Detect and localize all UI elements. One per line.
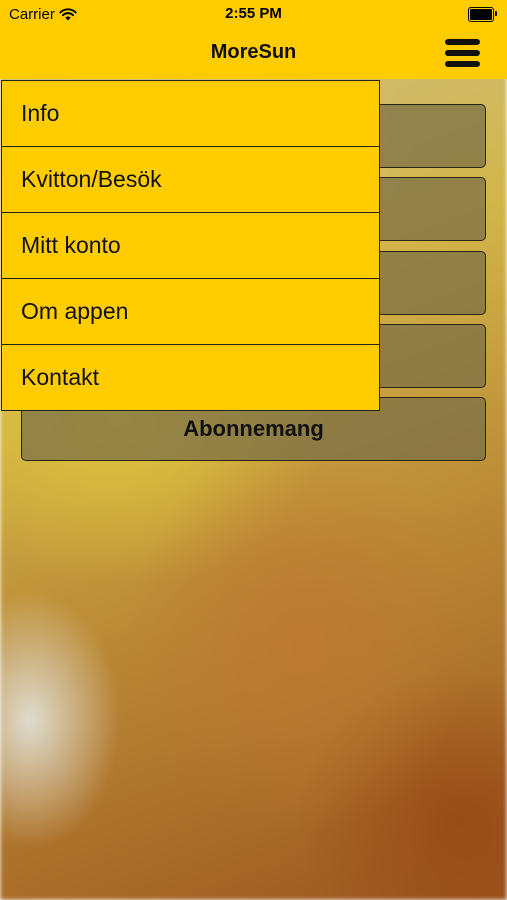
menu-item-info[interactable]: Info [1, 80, 380, 147]
hamburger-menu-icon[interactable] [440, 36, 484, 70]
dropdown-menu: Info Kvitton/Besök Mitt konto Om appen K… [1, 80, 380, 411]
status-bar: Carrier 2:55 PM [0, 0, 507, 28]
menu-item-mitt-konto[interactable]: Mitt konto [1, 212, 380, 279]
navigation-bar: MoreSun [0, 28, 507, 79]
menu-item-om-appen[interactable]: Om appen [1, 278, 380, 345]
battery-icon [468, 7, 497, 22]
battery-cap [495, 11, 497, 16]
page-title: MoreSun [210, 41, 297, 63]
menu-item-kontakt[interactable]: Kontakt [1, 344, 380, 411]
battery-level [470, 9, 492, 20]
status-time: 2:55 PM [225, 5, 282, 22]
menu-item-kvitton[interactable]: Kvitton/Besök [1, 146, 380, 213]
